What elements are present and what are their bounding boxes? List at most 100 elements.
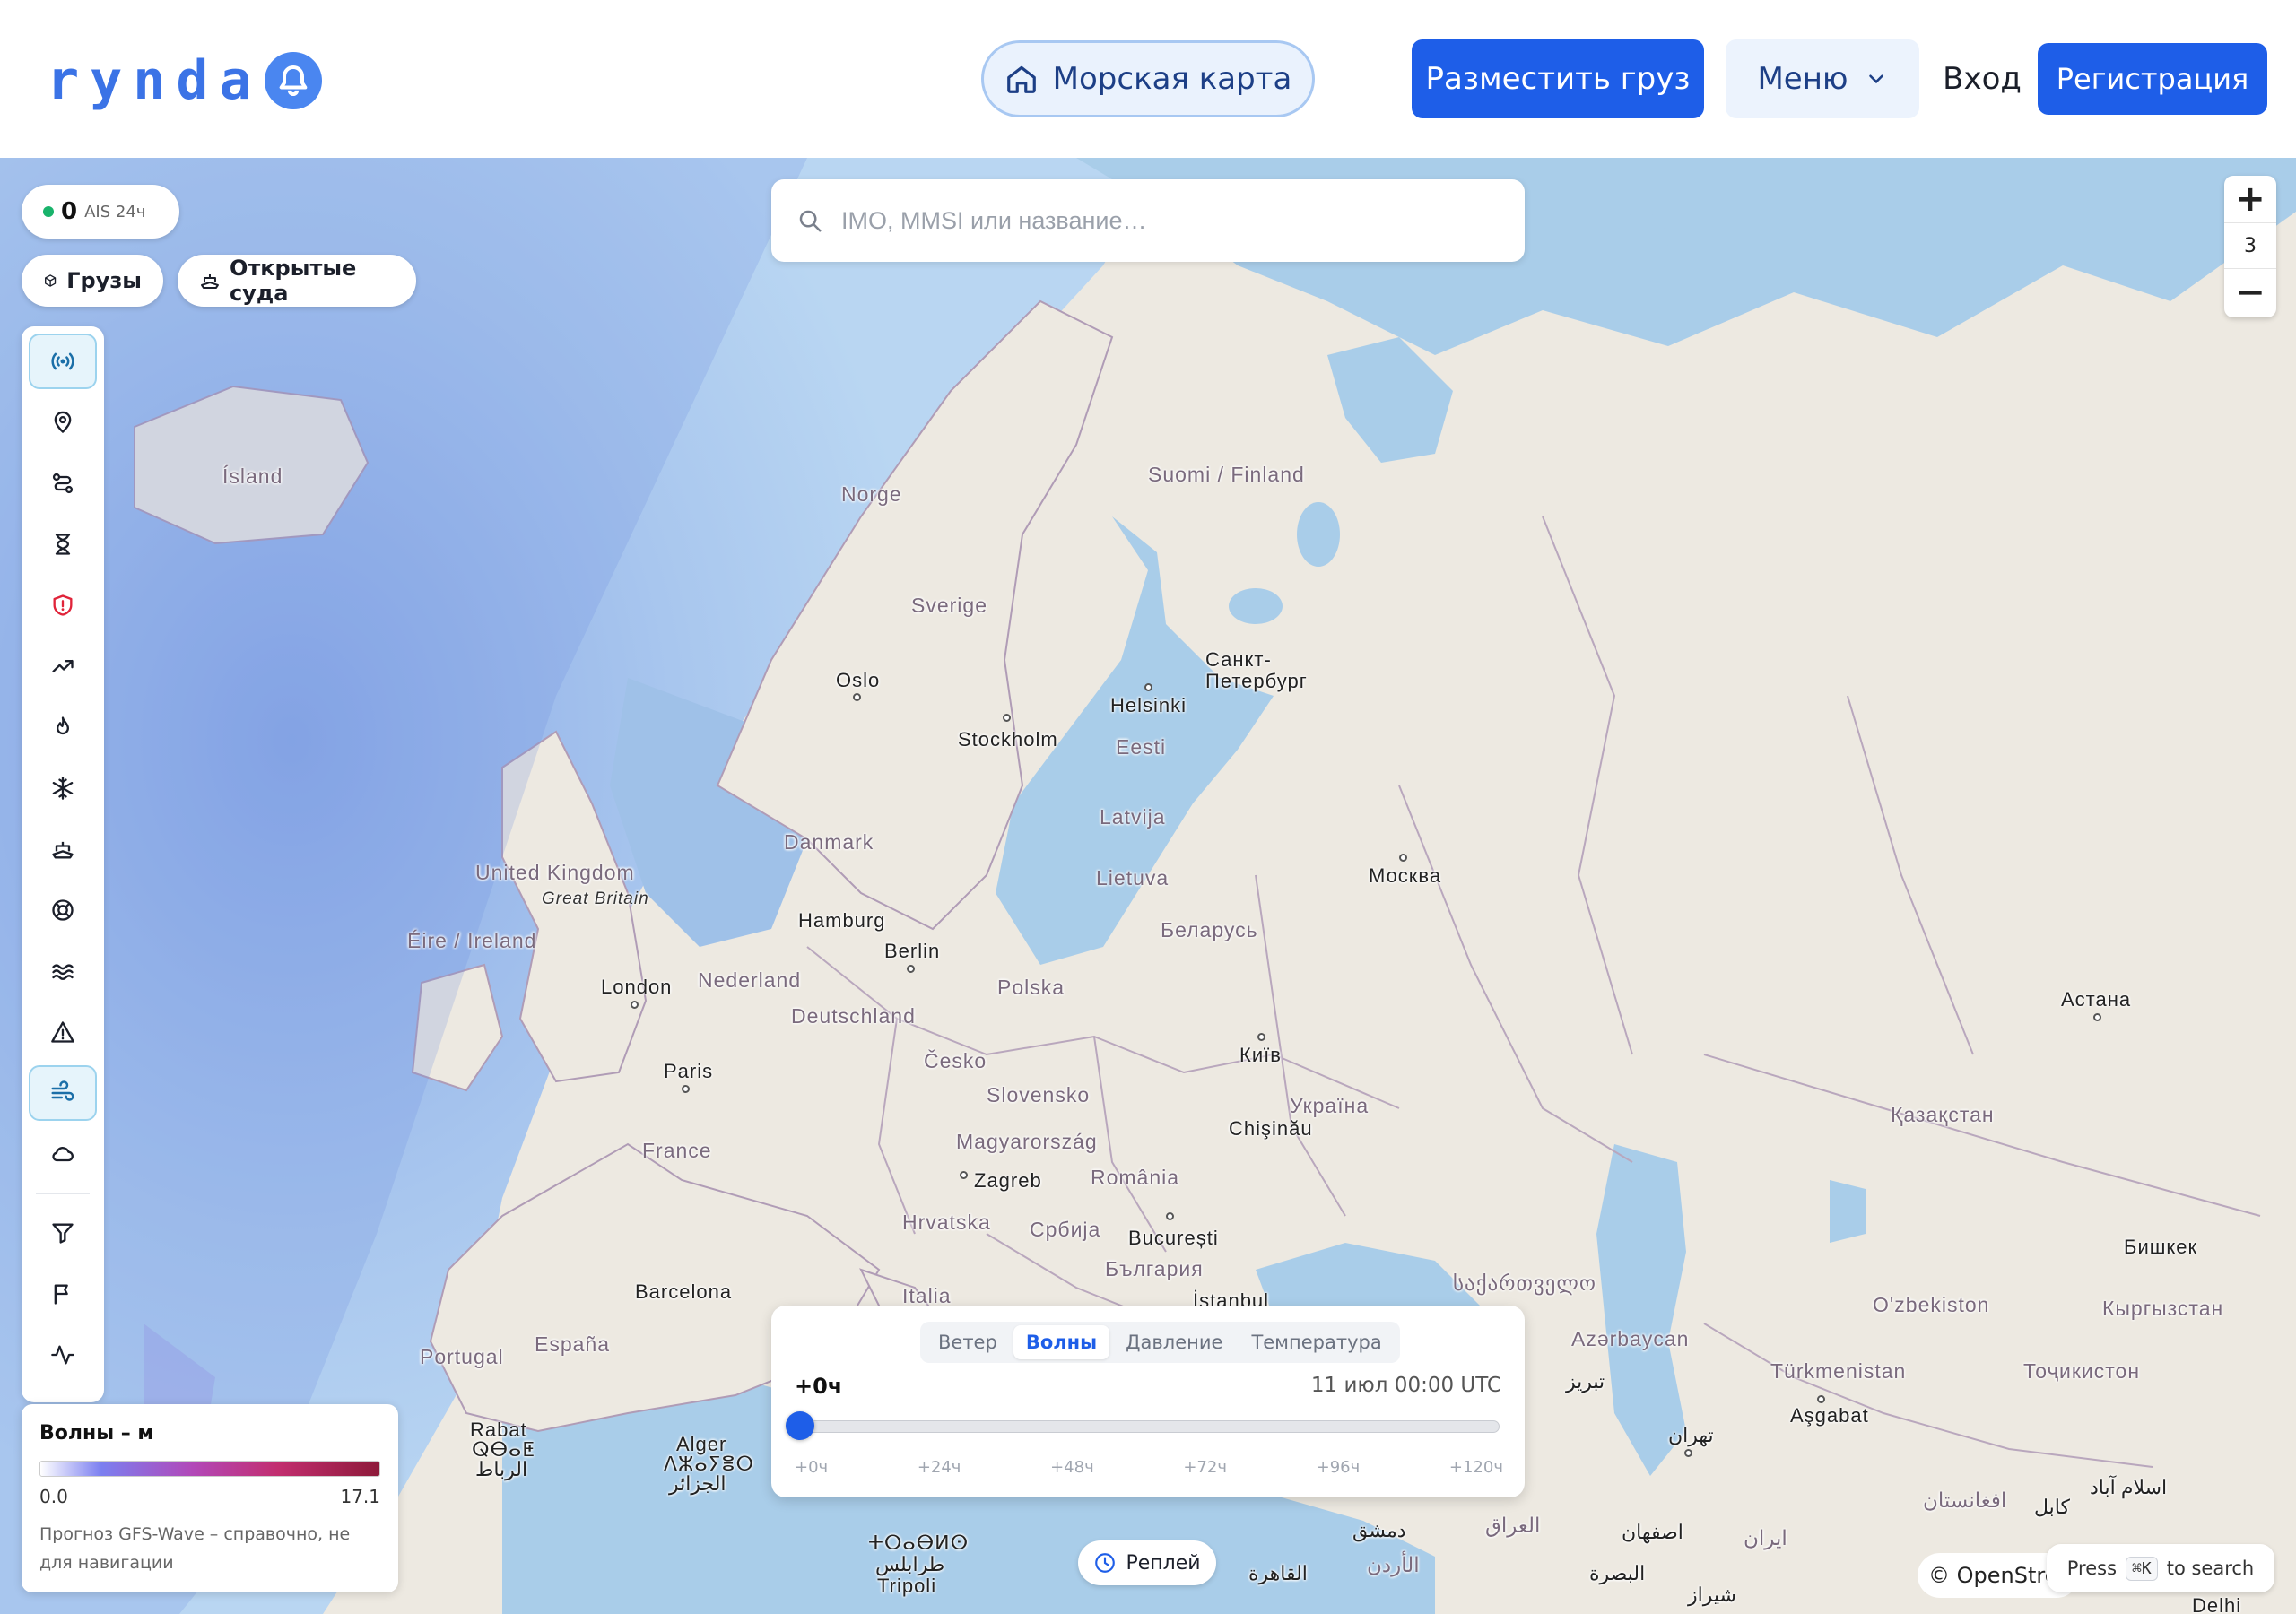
timeline-tick: +72ч [1183,1458,1227,1477]
place-label: Aşgabat [1790,1404,1869,1427]
place-label: Србија [1030,1218,1101,1241]
place-label: Danmark [784,830,874,854]
place-label: اصفهان [1622,1521,1683,1543]
tab-wind[interactable]: Ветер [926,1325,1010,1359]
menu-button[interactable]: Меню [1726,39,1919,118]
currents-layer-button[interactable] [29,943,97,999]
shortcut-press-text: Press [2066,1558,2118,1579]
flag-icon [54,1284,68,1305]
legend-note: Прогноз GFS-Wave – справочно, не для нав… [39,1524,351,1573]
shield-alert-icon [53,594,73,616]
snowflake-icon [52,777,74,800]
timeline-datetime: 11 июл 00:00 UTC [1310,1374,1501,1397]
legend-color-scale [39,1461,380,1477]
vessel-search-bar[interactable] [771,179,1525,262]
ais-status-badge[interactable]: 0 AIS 24ч [22,185,179,239]
place-label: Delhi [2192,1594,2242,1614]
warning-triangle-icon [51,1021,74,1043]
tab-pressure[interactable]: Давление [1113,1325,1235,1359]
place-label: Астана [2061,988,2132,1011]
place-label: البصرة [1589,1562,1646,1584]
place-label: London [601,976,673,998]
city-dot [1003,714,1011,722]
place-label: دمشق [1352,1519,1406,1541]
place-cargo-button[interactable]: Разместить груз [1412,39,1704,118]
wind-icon [51,1080,74,1101]
place-label: Бишкек [2124,1236,2198,1258]
clouds-layer-button[interactable] [29,1126,97,1182]
timeline-track[interactable] [796,1420,1500,1433]
zoom-control: + 3 − [2224,176,2276,317]
ship-icon [200,274,219,289]
trending-up-icon [52,660,74,672]
eta-layer-button[interactable] [29,516,97,572]
city-dot [2093,1013,2101,1021]
place-label: Azərbaycan [1571,1327,1690,1350]
waves-icon [52,964,74,980]
replay-button[interactable]: Реплей [1078,1540,1216,1585]
city-dot [907,965,915,973]
flags-button[interactable] [29,1266,97,1322]
routes-layer-button[interactable] [29,456,97,511]
zoom-out-button[interactable]: − [2224,269,2276,316]
place-label: Portugal [420,1345,504,1368]
ais-layer-button[interactable] [29,334,97,389]
place-label: Slovensko [987,1083,1091,1106]
activity-button[interactable] [29,1327,97,1383]
place-label: Helsinki [1110,694,1187,716]
ship-icon [52,841,74,859]
place-label: اسلام آباد [2090,1476,2168,1498]
ice-layer-button[interactable] [29,760,97,816]
place-label: تبریز [1566,1370,1605,1393]
weather-layer-button[interactable] [29,1065,97,1121]
place-label: România [1091,1166,1180,1189]
zoom-level: 3 [2224,222,2276,269]
vessel-search-input[interactable] [841,206,1505,235]
place-label: ⵜⵔⴰⴱⵍⵙ [868,1532,970,1554]
sea-map-button[interactable]: Морская карта [981,40,1315,117]
place-label: Stockholm [958,728,1058,751]
timeline-tick: +24ч [917,1458,961,1477]
ais-label: AIS 24ч [84,202,146,221]
sar-layer-button[interactable] [29,882,97,938]
cargo-filter-chip[interactable]: Грузы [22,255,163,307]
register-button[interactable]: Регистрация [2038,43,2267,115]
city-dot [1257,1033,1265,1041]
login-button[interactable]: Вход [1943,39,2022,118]
activity-icon [51,1345,74,1365]
place-label: Беларусь [1161,918,1258,941]
flame-icon [57,716,70,735]
place-label: ایران [1744,1526,1787,1549]
cargo-filter-label: Грузы [66,268,142,293]
place-label: تهران [1668,1424,1714,1446]
timeline-tick: +48ч [1050,1458,1094,1477]
legend-scale: 0.0 17.1 [39,1486,380,1507]
map-pin-icon [54,411,72,434]
tab-waves[interactable]: Волны [1013,1325,1110,1359]
fires-layer-button[interactable] [29,699,97,755]
place-label: Тоҷикистон [2023,1359,2141,1383]
place-label: Ísland [222,464,283,488]
place-label: Hamburg [798,909,886,932]
forecast-timeline: Ветер Волны Давление Температура +0ч 11 … [771,1306,1525,1497]
city-dot [631,1001,639,1009]
ports-layer-button[interactable] [29,395,97,450]
security-layer-button[interactable] [29,577,97,633]
place-label: Україна [1290,1094,1370,1117]
zoom-in-button[interactable]: + [2224,176,2276,222]
vessels-layer-button[interactable] [29,821,97,877]
rynda-logo[interactable]: rynda [47,49,322,112]
filter-button[interactable] [29,1205,97,1261]
legend-max: 17.1 [340,1486,380,1507]
place-label: Lietuva [1096,866,1170,889]
place-label: България [1105,1257,1204,1280]
timeline-slider-thumb[interactable] [786,1411,814,1440]
warnings-layer-button[interactable] [29,1004,97,1060]
search-shortcut-hint[interactable]: Press ⌘K to search [2047,1544,2274,1592]
place-label: Česko [924,1049,987,1072]
place-label: الرباط [475,1458,528,1480]
place-label: Tripoli [877,1575,937,1597]
open-vessels-chip[interactable]: Открытые суда [178,255,416,307]
tab-temperature[interactable]: Температура [1239,1325,1394,1359]
trends-layer-button[interactable] [29,638,97,694]
